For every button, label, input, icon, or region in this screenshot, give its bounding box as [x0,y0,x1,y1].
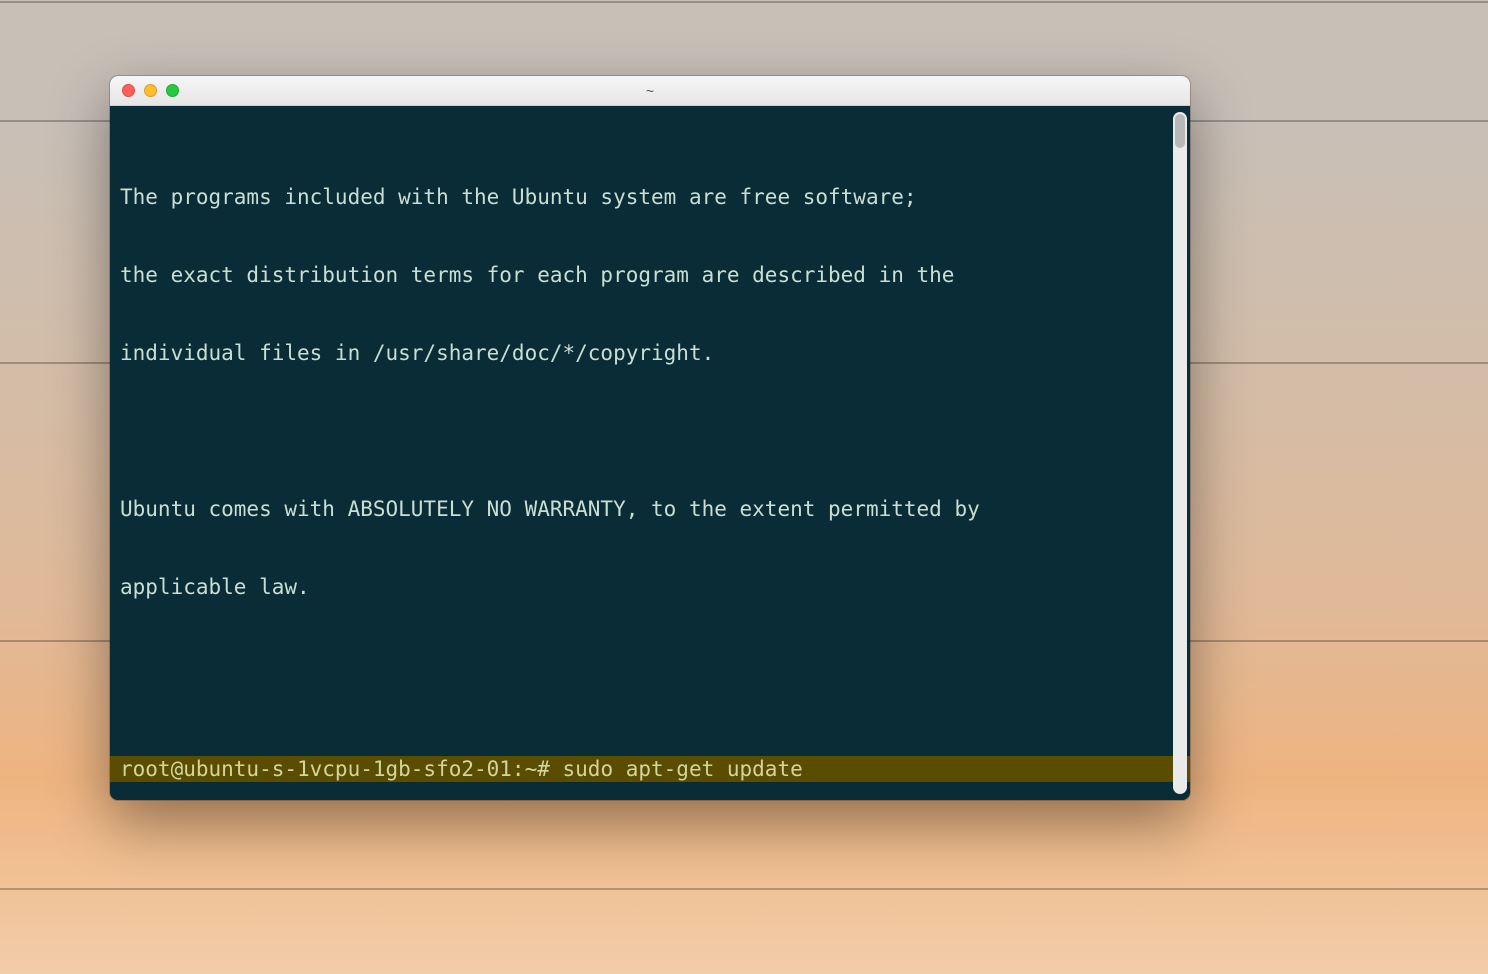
window-title: ~ [110,83,1190,99]
window-titlebar[interactable]: ~ [110,76,1190,106]
command-line: root@ubuntu-s-1vcpu-1gb-sfo2-01:~# sudo … [110,756,1190,782]
motd-line: Ubuntu comes with ABSOLUTELY NO WARRANTY… [110,496,1190,522]
scrollbar-track[interactable] [1173,112,1187,794]
wallpaper-line [0,888,1488,890]
terminal-window[interactable]: ~ The programs included with the Ubuntu … [110,76,1190,800]
motd-line: individual files in /usr/share/doc/*/cop… [110,340,1190,366]
motd-line: the exact distribution terms for each pr… [110,262,1190,288]
scrollbar-thumb[interactable] [1175,114,1185,148]
wallpaper-line [0,1,1488,3]
blank-line [110,652,1190,678]
motd-line: The programs included with the Ubuntu sy… [110,184,1190,210]
minimize-icon[interactable] [144,84,157,97]
shell-prompt: root@ubuntu-s-1vcpu-1gb-sfo2-01:~# [120,757,563,781]
window-controls [110,84,179,97]
terminal-output[interactable]: The programs included with the Ubuntu sy… [110,106,1190,800]
shell-command: sudo apt-get update [563,757,803,781]
zoom-icon[interactable] [166,84,179,97]
desktop-wallpaper: ~ The programs included with the Ubuntu … [0,0,1488,974]
blank-line [110,418,1190,444]
motd-line: applicable law. [110,574,1190,600]
terminal-body[interactable]: The programs included with the Ubuntu sy… [110,106,1190,800]
close-icon[interactable] [122,84,135,97]
